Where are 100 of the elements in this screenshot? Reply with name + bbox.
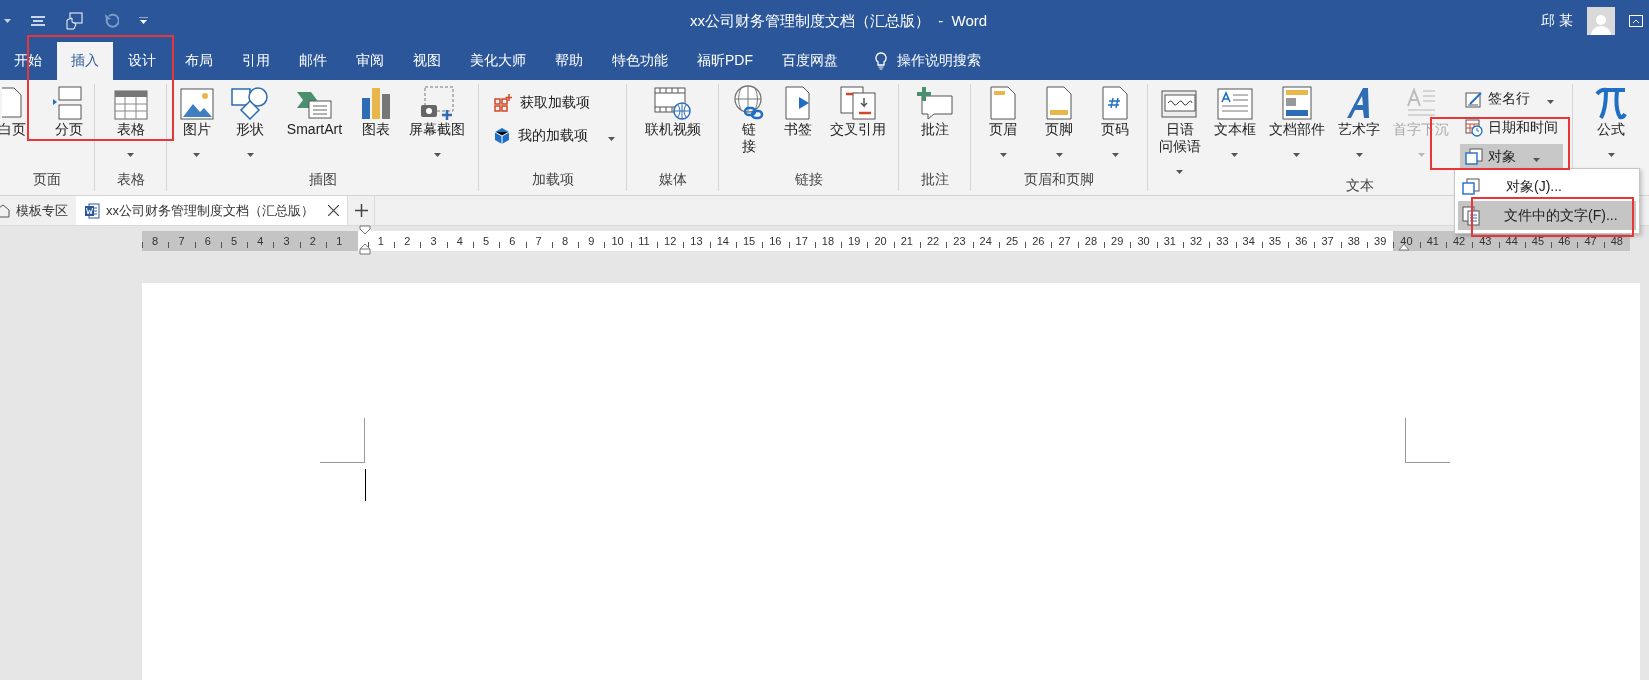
- ruler-number: 18: [821, 235, 835, 247]
- caret-icon: [999, 153, 1007, 157]
- ruler-number: 5: [230, 235, 238, 247]
- ribbon-button[interactable]: 页眉: [987, 84, 1019, 164]
- documents-icon: [1462, 205, 1480, 226]
- group-label: 页面: [33, 171, 61, 189]
- ribbon-small-button[interactable]: 获取加载项: [489, 90, 595, 115]
- ruler-number: 37: [1321, 235, 1334, 247]
- ruler-number: 3: [283, 235, 290, 247]
- ribbon-button[interactable]: 页码: [1099, 84, 1131, 164]
- ruler-number: 45: [1531, 235, 1545, 247]
- document-tab[interactable]: xx公司财务管理制度文档（汇总版）: [76, 196, 347, 225]
- ribbon-button[interactable]: 公式: [1593, 84, 1629, 164]
- group-label: 媒体: [658, 171, 687, 189]
- ribbon-button[interactable]: 文档部件: [1266, 84, 1327, 164]
- ruler-number: 3: [430, 235, 437, 247]
- ribbon-tab[interactable]: 开始: [0, 42, 56, 80]
- ruler-number: 11: [638, 235, 650, 247]
- ribbon-tab[interactable]: 审阅: [342, 42, 398, 80]
- ribbon-tab[interactable]: 设计: [114, 42, 170, 80]
- page-number-icon: [1102, 86, 1128, 120]
- ribbon-button[interactable]: 图片: [177, 84, 216, 164]
- ribbon-tab[interactable]: 特色功能: [598, 42, 682, 80]
- ribbon-small-button[interactable]: 日期和时间: [1460, 115, 1564, 140]
- ribbon-display-icon[interactable]: [1629, 15, 1643, 27]
- group-label: 加载项: [531, 171, 574, 189]
- ribbon-tab[interactable]: 帮助: [541, 42, 597, 80]
- ribbon-small-button[interactable]: 我的加载项: [489, 123, 620, 148]
- caret-icon: [1231, 153, 1239, 157]
- cube-icon: [494, 126, 510, 145]
- ribbon-button[interactable]: 链 接: [729, 84, 770, 164]
- ribbon-small-button[interactable]: 签名行: [1460, 86, 1564, 111]
- ribbon-tab[interactable]: 布局: [171, 42, 227, 80]
- ruler-number: 10: [611, 235, 624, 247]
- ribbon-button[interactable]: 日语 问候语: [1156, 84, 1203, 177]
- menu-item[interactable]: 对象(J)...: [1458, 172, 1636, 201]
- ruler-number: 44: [1505, 235, 1518, 247]
- ribbon-tab[interactable]: 福昕PDF: [683, 42, 767, 80]
- customize-icon[interactable]: [139, 17, 148, 25]
- ribbon-button[interactable]: 艺术字: [1336, 84, 1383, 164]
- table-icon: [113, 90, 148, 120]
- group-label: 表格: [116, 171, 145, 189]
- ribbon-tab[interactable]: 百度网盘: [768, 42, 852, 80]
- ribbon-button[interactable]: SmartArt: [284, 84, 345, 164]
- home-icon: [0, 203, 10, 218]
- ruler-number: 23: [953, 235, 966, 247]
- ruler-number: 7: [535, 235, 542, 247]
- ribbon-button[interactable]: 形状: [229, 84, 272, 164]
- ruler-number: 35: [1268, 235, 1282, 247]
- ribbon-button[interactable]: 书签: [781, 84, 816, 164]
- menu-item[interactable]: 文件中的文字(F)...: [1458, 201, 1636, 230]
- ruler-number: 8: [152, 235, 159, 247]
- close-icon[interactable]: [328, 205, 339, 216]
- ribbon-button[interactable]: 分页: [50, 84, 88, 164]
- caret-icon: [1055, 153, 1063, 157]
- tell-me-search-field[interactable]: 操作说明搜索: [897, 52, 981, 70]
- ribbon-tab[interactable]: 引用: [228, 42, 284, 80]
- ruler-number: 29: [1111, 235, 1124, 247]
- ruler-number: 42: [1452, 235, 1466, 247]
- ribbon-button[interactable]: 联机视频: [642, 84, 703, 164]
- menu-icon[interactable]: [31, 15, 45, 27]
- group-label: 页眉和页脚: [1024, 171, 1094, 189]
- ribbon-button[interactable]: 交叉引用: [827, 84, 888, 164]
- ruler-number: 9: [588, 235, 595, 247]
- caret-icon: [1533, 157, 1541, 162]
- text-cursor: [365, 469, 366, 501]
- ribbon-tab[interactable]: 插入: [57, 42, 113, 80]
- comment-plus-icon: [915, 86, 954, 120]
- ruler-number: 36: [1295, 235, 1308, 247]
- picture-icon: [179, 88, 214, 120]
- ribbon-tab[interactable]: 视图: [399, 42, 455, 80]
- document-parts-icon: [1281, 86, 1312, 120]
- user-name: 邱 某: [1541, 12, 1573, 30]
- ribbon-button[interactable]: 批注: [913, 84, 956, 164]
- ribbon-button[interactable]: 表格: [111, 84, 150, 164]
- ruler-number: 12: [664, 235, 677, 247]
- ribbon-button[interactable]: 页脚: [1043, 84, 1075, 164]
- footer-page-icon: [1046, 86, 1072, 120]
- ruler-number: 1: [336, 235, 343, 247]
- ribbon-tab[interactable]: 邮件: [285, 42, 341, 80]
- ribbon-button[interactable]: 屏幕截图: [407, 84, 468, 164]
- touch-mode-icon[interactable]: [65, 12, 83, 30]
- ribbon-button[interactable]: 文本框: [1211, 84, 1258, 164]
- ruler-number: 46: [1558, 235, 1571, 247]
- ruler-number: 24: [979, 235, 992, 247]
- caret-icon: [433, 153, 441, 157]
- ruler-number: 25: [1005, 235, 1019, 247]
- ruler-number: 30: [1137, 235, 1150, 247]
- ribbon-button[interactable]: 图表: [357, 84, 394, 164]
- ribbon-small-button[interactable]: 对象: [1460, 144, 1564, 169]
- document-tab[interactable]: 模板专区: [0, 196, 76, 225]
- margin-mark: [1405, 418, 1450, 463]
- ruler-number: 38: [1347, 235, 1360, 247]
- caret-icon: [193, 153, 201, 157]
- group-label: 批注: [920, 171, 949, 189]
- ruler-number: 8: [561, 235, 569, 247]
- ruler-number: 43: [1479, 235, 1492, 247]
- ribbon-tab[interactable]: 美化大师: [456, 42, 540, 80]
- ruler-number: 15: [742, 235, 756, 247]
- indent-marker[interactable]: [359, 225, 371, 255]
